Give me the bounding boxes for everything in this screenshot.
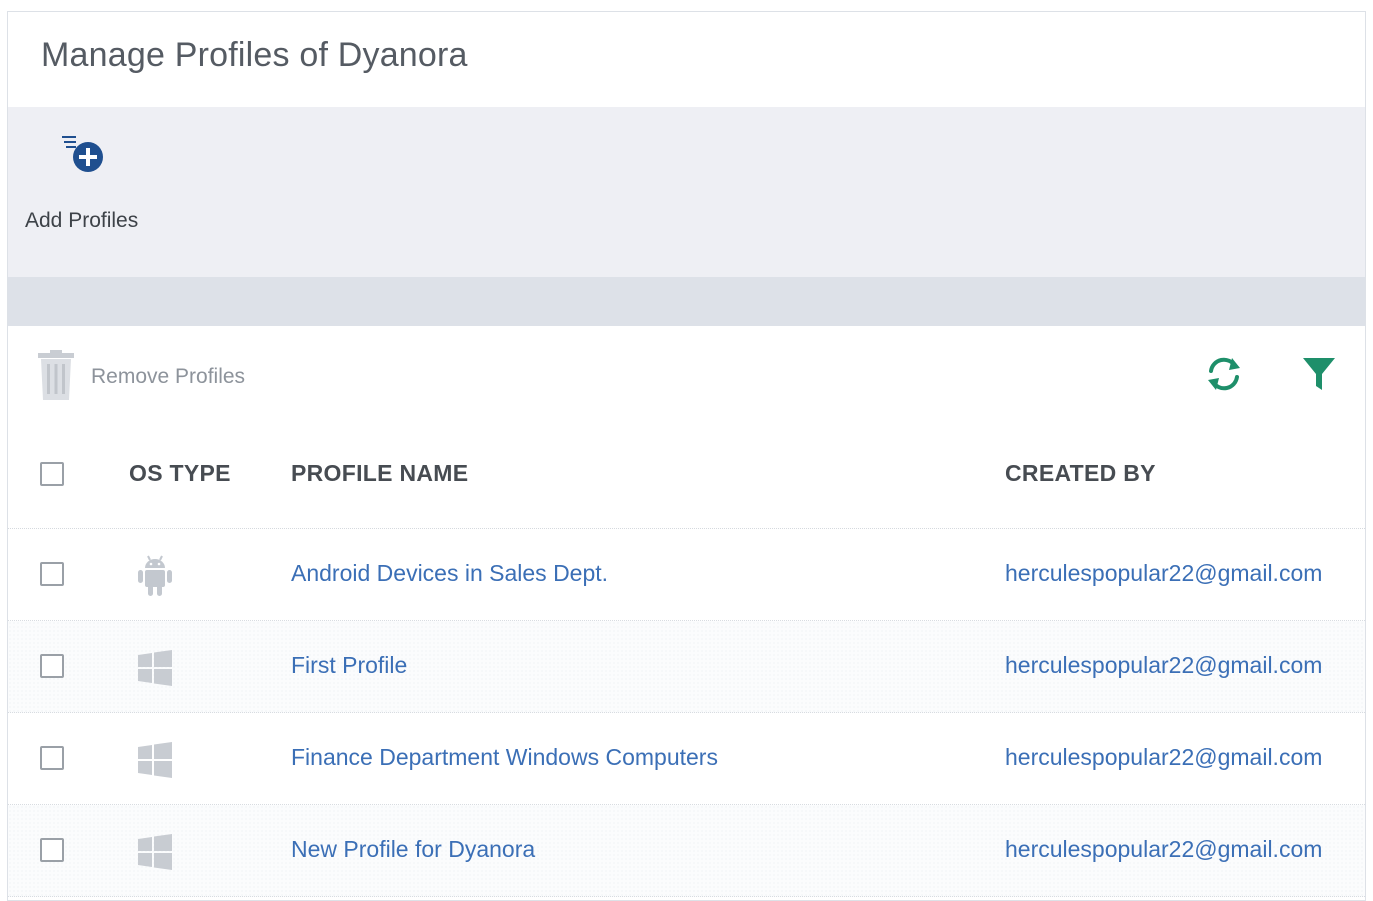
manage-profiles-panel: Manage Profiles of Dyanora Add Profiles xyxy=(7,11,1366,901)
add-profiles-label: Add Profiles xyxy=(25,209,139,232)
created-by-link[interactable]: herculespopular22@gmail.com xyxy=(1005,836,1322,863)
row-checkbox[interactable] xyxy=(40,746,64,770)
remove-profiles-button[interactable]: Remove Profiles xyxy=(36,350,266,402)
column-header-profile-name[interactable]: PROFILE NAME xyxy=(291,460,468,487)
row-checkbox[interactable] xyxy=(40,654,64,678)
column-header-created-by[interactable]: CREATED BY xyxy=(1005,460,1156,487)
android-icon xyxy=(138,555,172,596)
add-profile-icon xyxy=(62,136,103,172)
column-header-os-type[interactable]: OS TYPE xyxy=(129,460,231,487)
profile-name-link[interactable]: Android Devices in Sales Dept. xyxy=(291,560,608,587)
table-actions: Remove Profiles xyxy=(8,326,1365,428)
remove-profiles-label: Remove Profiles xyxy=(91,365,246,388)
page-title: Manage Profiles of Dyanora xyxy=(41,36,468,74)
table-row[interactable]: First Profile herculespopular22@gmail.co… xyxy=(8,621,1365,713)
profile-name-link[interactable]: New Profile for Dyanora xyxy=(291,836,535,863)
table-row[interactable]: Finance Department Windows Computers her… xyxy=(8,713,1365,805)
trash-icon xyxy=(38,350,74,400)
profile-name-link[interactable]: Finance Department Windows Computers xyxy=(291,744,718,771)
table-row[interactable]: Android Devices in Sales Dept. herculesp… xyxy=(8,529,1365,621)
windows-icon xyxy=(138,650,172,686)
refresh-button[interactable] xyxy=(1204,354,1244,394)
table-row[interactable]: New Profile for Dyanora herculespopular2… xyxy=(8,805,1365,897)
created-by-link[interactable]: herculespopular22@gmail.com xyxy=(1005,560,1322,587)
row-checkbox[interactable] xyxy=(40,838,64,862)
filter-button[interactable] xyxy=(1301,354,1337,394)
toolbar-divider-bar xyxy=(8,277,1365,326)
created-by-link[interactable]: herculespopular22@gmail.com xyxy=(1005,652,1322,679)
table-header: OS TYPE PROFILE NAME CREATED BY xyxy=(8,428,1365,529)
profile-name-link[interactable]: First Profile xyxy=(291,652,407,679)
filter-icon xyxy=(1303,358,1335,390)
select-all-checkbox[interactable] xyxy=(40,462,64,486)
refresh-icon xyxy=(1208,357,1240,391)
windows-icon xyxy=(138,742,172,778)
row-checkbox[interactable] xyxy=(40,562,64,586)
add-profiles-button[interactable]: Add Profiles xyxy=(18,131,158,241)
toolbar: Add Profiles xyxy=(8,107,1365,277)
created-by-link[interactable]: herculespopular22@gmail.com xyxy=(1005,744,1322,771)
windows-icon xyxy=(138,834,172,870)
